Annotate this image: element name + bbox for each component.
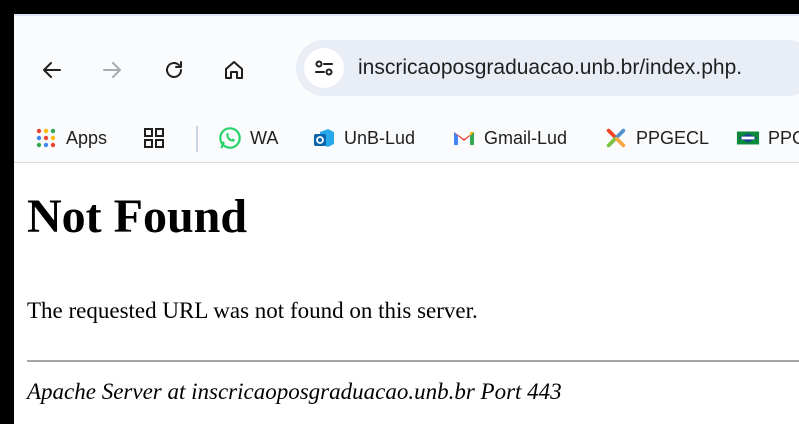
site-info-button[interactable] — [304, 48, 344, 88]
bookmark-label: WA — [250, 127, 279, 148]
home-button[interactable] — [214, 50, 254, 90]
divider — [27, 360, 799, 362]
bookmark-wa[interactable]: WA — [218, 118, 278, 158]
arrow-left-icon — [43, 62, 61, 78]
error-message: The requested URL was not found on this … — [27, 298, 478, 323]
back-button[interactable] — [32, 50, 72, 90]
tab-groups-button[interactable] — [142, 118, 174, 158]
bookmark-label: UnB-Lud — [344, 127, 416, 148]
bookmark-label: PPGECL — [636, 127, 710, 148]
tab-groups-icon — [142, 126, 166, 150]
bookmarks-separator — [196, 126, 198, 152]
bookmark-label: PPG — [768, 127, 799, 148]
gmail-icon — [452, 126, 476, 150]
outlook-icon — [312, 126, 336, 150]
url-text[interactable]: inscricaoposgraduacao.unb.br/index.php. — [358, 40, 742, 96]
reload-icon — [166, 61, 182, 78]
home-icon — [225, 61, 243, 79]
arrow-right-icon — [103, 62, 121, 78]
bookmark-label: Apps — [66, 127, 108, 148]
bookmark-label: Gmail-Lud — [484, 127, 568, 148]
bookmark-apps[interactable]: Apps — [34, 118, 107, 158]
bookmark-ppg[interactable]: PPG — [736, 118, 799, 158]
page-content: Not Found The requested URL was not foun… — [14, 163, 799, 424]
bookmarks-bar: Apps WA UnB-Lud Gmail-Lud PPGECL PP — [14, 118, 799, 163]
address-bar[interactable]: inscricaoposgraduacao.unb.br/index.php. — [296, 40, 799, 96]
screenshot-border-top — [0, 0, 799, 14]
page-title: Not Found — [27, 190, 248, 243]
forward-button[interactable] — [92, 50, 132, 90]
tune-icon — [315, 60, 333, 76]
reload-button[interactable] — [154, 50, 194, 90]
bookmark-gmail-lud[interactable]: Gmail-Lud — [452, 118, 567, 158]
bookmark-ppgecl[interactable]: PPGECL — [604, 118, 709, 158]
screenshot-border-left — [0, 0, 14, 424]
bookmark-unb-lud[interactable]: UnB-Lud — [312, 118, 415, 158]
whatsapp-icon — [218, 126, 242, 150]
joomla-icon — [604, 126, 628, 150]
browser-toolbar: inscricaoposgraduacao.unb.br/index.php. — [14, 16, 799, 118]
apps-grid-icon — [34, 126, 58, 150]
flag-icon — [736, 126, 760, 150]
server-signature: Apache Server at inscricaoposgraduacao.u… — [27, 379, 562, 404]
